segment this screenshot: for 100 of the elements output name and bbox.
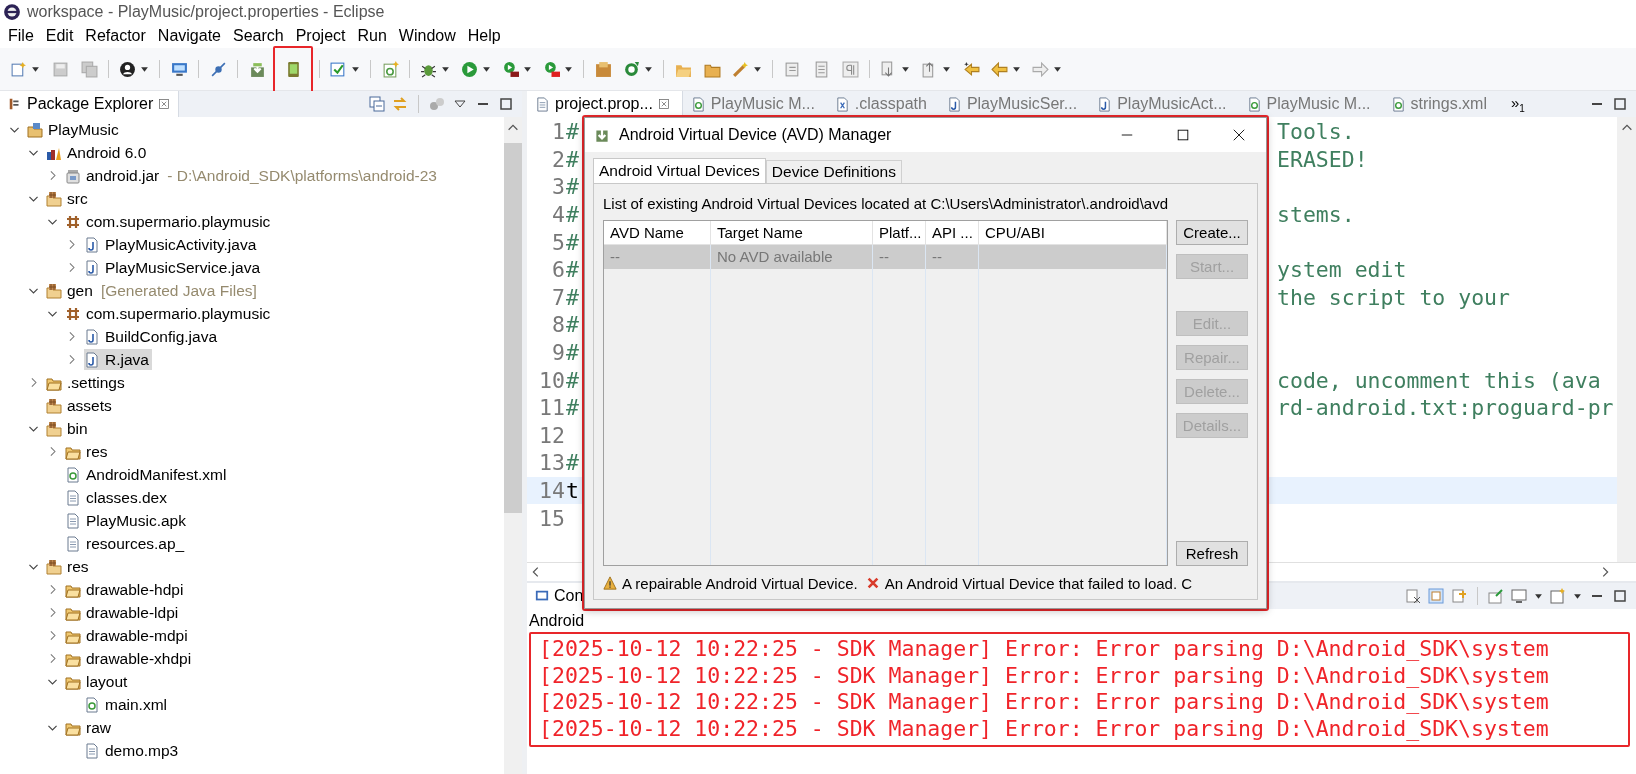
- dialog-tab[interactable]: Device Definitions: [765, 160, 902, 183]
- menu-item[interactable]: Navigate: [151, 27, 227, 45]
- editor-tab[interactable]: project.prop...: [527, 91, 683, 117]
- tree-item[interactable]: main.xml: [84, 694, 170, 715]
- column-header[interactable]: AVD Name: [604, 221, 711, 245]
- tree-item[interactable]: res: [46, 556, 92, 577]
- editor-tab[interactable]: strings.xml: [1382, 91, 1499, 117]
- tree-item[interactable]: gen: [46, 280, 96, 301]
- editor-tab[interactable]: .classpath: [826, 91, 939, 117]
- column-header[interactable]: CPU/ABI: [979, 221, 1167, 245]
- tree-item[interactable]: Android 6.0: [46, 142, 150, 163]
- caret-icon[interactable]: [564, 64, 573, 74]
- tree-item[interactable]: drawable-ldpi: [65, 602, 182, 623]
- tree-item[interactable]: classes.dex: [65, 487, 170, 508]
- tree-item[interactable]: com.supermario.playmusic: [65, 303, 274, 324]
- pin-document-icon[interactable]: [1451, 588, 1467, 604]
- tree-item[interactable]: .settings: [46, 372, 128, 393]
- tree-item[interactable]: layout: [65, 671, 131, 692]
- column-header[interactable]: Target Name: [711, 221, 873, 245]
- tree-item[interactable]: drawable-xhdpi: [65, 648, 195, 669]
- tree-item[interactable]: PlayMusic: [27, 119, 122, 140]
- tree-item[interactable]: raw: [65, 717, 114, 738]
- menu-item[interactable]: Edit: [39, 27, 80, 45]
- tree-item[interactable]: drawable-hdpi: [65, 579, 187, 600]
- clear-icon[interactable]: [1405, 588, 1421, 604]
- caret-icon[interactable]: [140, 64, 149, 74]
- menu-item[interactable]: Help: [461, 27, 507, 45]
- menu-item[interactable]: Refactor: [79, 27, 152, 45]
- view-tab[interactable]: Package Explorer: [0, 91, 180, 117]
- java-file-icon: [84, 351, 100, 368]
- play-toolbox-icon: [502, 60, 519, 78]
- tree-item[interactable]: android.jar: [65, 165, 163, 186]
- column-header[interactable]: API ...: [926, 221, 979, 245]
- caret-icon[interactable]: [351, 64, 360, 74]
- tree-item[interactable]: AndroidManifest.xml: [65, 464, 230, 485]
- column-header[interactable]: Platf...: [873, 221, 926, 245]
- tree-item[interactable]: resources.ap_: [65, 533, 188, 554]
- menu-item[interactable]: File: [2, 27, 40, 45]
- disks-icon: [80, 60, 98, 78]
- tree-item[interactable]: com.supermario.playmusic: [65, 211, 274, 232]
- editor-tab[interactable]: PlayMusicAct...: [1089, 91, 1239, 117]
- collapse-all-icon[interactable]: [369, 96, 385, 112]
- code-text: Tools.: [1277, 119, 1356, 145]
- caret-icon[interactable]: [1012, 64, 1021, 74]
- close-icon[interactable]: [1232, 128, 1246, 142]
- line-number: 11: [538, 395, 565, 421]
- maximize-icon[interactable]: [1176, 128, 1190, 142]
- maximize-icon[interactable]: [498, 96, 514, 112]
- tree-item[interactable]: res: [65, 441, 111, 462]
- dialog-button[interactable]: Create...: [1176, 220, 1248, 245]
- tree-item[interactable]: PlayMusicActivity.java: [84, 234, 260, 255]
- table-cell[interactable]: [979, 245, 1167, 269]
- caret-icon[interactable]: [1053, 64, 1062, 74]
- code-text: ystem edit: [1277, 257, 1408, 283]
- menu-item[interactable]: Project: [289, 27, 352, 45]
- editor-tab[interactable]: PlayMusic M...: [1238, 91, 1383, 117]
- dialog-tab[interactable]: Android Virtual Devices: [593, 158, 766, 183]
- maximize-icon[interactable]: [1612, 588, 1628, 604]
- code-text: rd-android.txt:proguard-pr: [1277, 395, 1615, 421]
- new-class-icon: [381, 60, 399, 78]
- display-console-icon[interactable]: [1511, 588, 1527, 604]
- line-number: 15: [538, 505, 565, 531]
- caret-icon[interactable]: [753, 64, 762, 74]
- dialog-button[interactable]: Refresh: [1176, 541, 1248, 566]
- editor-tab[interactable]: PlayMusic M...: [682, 91, 827, 117]
- more-tabs-button[interactable]: »$_{1}$: [1511, 94, 1525, 114]
- line-number: 1: [551, 119, 565, 145]
- tree-item[interactable]: R.java: [84, 349, 152, 370]
- caret-icon[interactable]: [1573, 591, 1582, 601]
- caret-icon[interactable]: [942, 64, 951, 74]
- caret-icon[interactable]: [901, 64, 910, 74]
- caret-icon[interactable]: [482, 64, 491, 74]
- scrollbar[interactable]: [1617, 117, 1636, 562]
- scroll-lock-icon[interactable]: [1428, 588, 1444, 604]
- text-file-icon: [65, 512, 81, 529]
- tree-item[interactable]: PlayMusicService.java: [84, 257, 264, 278]
- new-console-icon[interactable]: [1550, 588, 1566, 604]
- menu-item[interactable]: Window: [392, 27, 462, 45]
- tree-item[interactable]: drawable-mdpi: [65, 625, 191, 646]
- tree-item[interactable]: BuildConfig.java: [84, 326, 220, 347]
- tree-item[interactable]: assets: [46, 395, 115, 416]
- scroll-thumb[interactable]: [504, 143, 522, 513]
- maximize-icon[interactable]: [1612, 96, 1628, 112]
- menu-item[interactable]: Search: [227, 27, 290, 45]
- caret-icon[interactable]: [523, 64, 532, 74]
- pin-icon[interactable]: [1488, 588, 1504, 604]
- tree-item[interactable]: demo.mp3: [84, 740, 182, 761]
- caret-icon[interactable]: [644, 64, 653, 74]
- explorer-icon: [8, 97, 22, 111]
- caret-icon[interactable]: [31, 64, 40, 74]
- tree-item[interactable]: src: [46, 188, 91, 209]
- menu-item[interactable]: Run: [351, 27, 393, 45]
- package-folder-icon: [46, 558, 62, 575]
- scrollbar[interactable]: [504, 117, 522, 774]
- caret-icon[interactable]: [441, 64, 450, 74]
- tree-item[interactable]: PlayMusic.apk: [65, 510, 189, 531]
- tree-item[interactable]: bin: [46, 418, 91, 439]
- caret-icon[interactable]: [1534, 591, 1543, 601]
- monitor-icon: [170, 60, 188, 78]
- editor-tab[interactable]: PlayMusicSer...: [938, 91, 1090, 117]
